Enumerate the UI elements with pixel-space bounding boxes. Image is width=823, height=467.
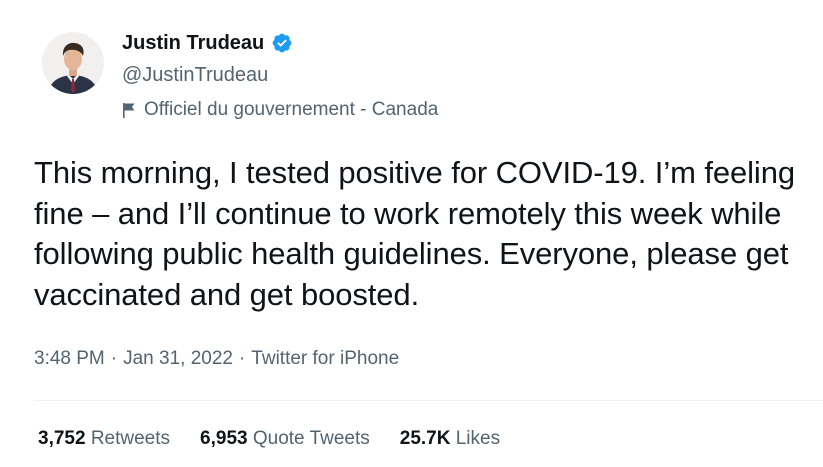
tweet-source[interactable]: Twitter for iPhone: [251, 348, 399, 369]
tweet-stats: 3,752 Retweets 6,953 Quote Tweets 25.7K …: [38, 427, 500, 451]
meta-separator: ·: [238, 348, 246, 369]
quote-tweets-label: Quote Tweets: [252, 428, 370, 449]
divider: [34, 400, 823, 401]
tweet-meta: 3:48 PM · Jan 31, 2022 · Twitter for iPhone: [34, 347, 399, 371]
meta-separator: ·: [110, 348, 118, 369]
retweets-count: 3,752: [38, 428, 86, 449]
author-handle[interactable]: @JustinTrudeau: [122, 63, 268, 87]
tweet-time[interactable]: 3:48 PM: [34, 348, 105, 369]
avatar[interactable]: [42, 32, 104, 94]
government-label-text: Officiel du gouvernement - Canada: [144, 99, 439, 120]
retweets-stat[interactable]: 3,752 Retweets: [38, 427, 170, 451]
tweet-text: This morning, I tested positive for COVI…: [34, 155, 795, 312]
quote-tweets-count: 6,953: [200, 428, 248, 449]
likes-count: 25.7K: [399, 428, 451, 449]
likes-stat[interactable]: 25.7K Likes: [400, 427, 500, 451]
retweets-label: Retweets: [90, 428, 171, 449]
verified-badge-icon: [271, 32, 293, 54]
government-label: Officiel du gouvernement - Canada: [122, 98, 438, 122]
author-name-row: Justin Trudeau: [122, 31, 293, 55]
quote-tweets-stat[interactable]: 6,953 Quote Tweets: [200, 427, 370, 451]
likes-label: Likes: [455, 428, 501, 449]
flag-icon: [122, 102, 136, 119]
tweet-date[interactable]: Jan 31, 2022: [123, 348, 233, 369]
tweet-card: Justin Trudeau @JustinTrudeau Officiel d…: [0, 0, 823, 467]
author-display-name[interactable]: Justin Trudeau: [122, 31, 264, 55]
